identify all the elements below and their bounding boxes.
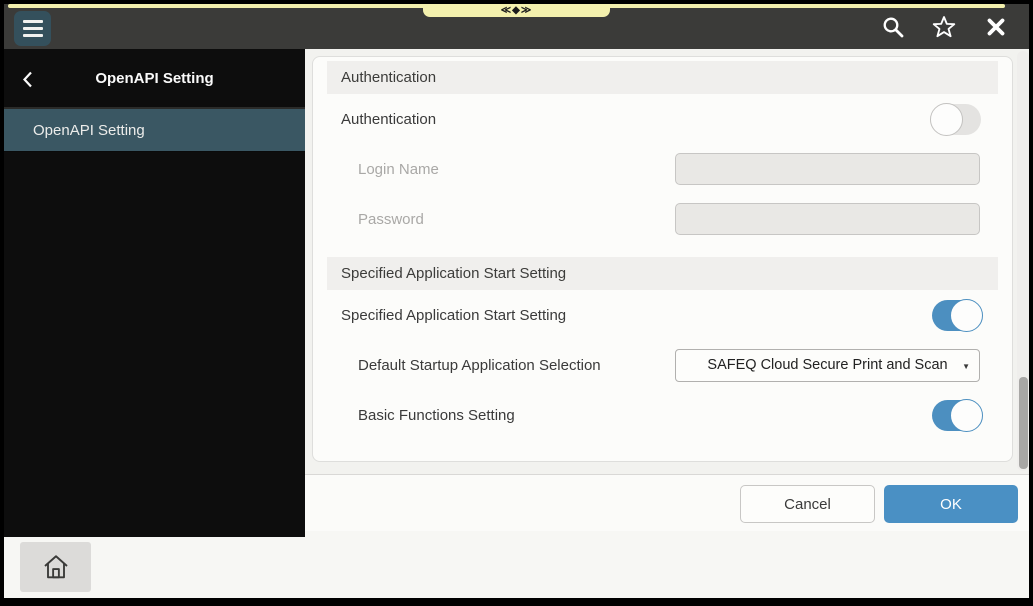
row-specified-app-start: Specified Application Start Setting (327, 290, 998, 340)
specified-app-start-toggle[interactable] (932, 300, 981, 331)
row-authentication: Authentication (327, 94, 998, 144)
footer-bar: Cancel OK (305, 474, 1029, 531)
row-basic-functions: Basic Functions Setting (327, 390, 998, 440)
main-content-region: Authentication Authentication Login Name… (305, 49, 1029, 531)
section-header-label: Authentication (341, 69, 436, 86)
star-icon (931, 14, 957, 40)
sidebar-header: OpenAPI Setting (4, 49, 305, 109)
basic-functions-toggle[interactable] (932, 400, 981, 431)
basic-functions-label: Basic Functions Setting (341, 407, 515, 424)
row-password: Password (327, 194, 998, 244)
toggle-knob (950, 399, 983, 432)
section-header-authentication: Authentication (327, 61, 998, 94)
authentication-label: Authentication (341, 111, 436, 128)
ok-button-label: OK (940, 496, 962, 513)
search-icon (881, 15, 905, 39)
home-icon (41, 552, 71, 582)
drag-handle-glyphs: ≪◆≫ (501, 5, 533, 16)
ok-button[interactable]: OK (884, 485, 1018, 523)
cancel-button[interactable]: Cancel (740, 485, 875, 523)
chevron-down-icon: ▼ (962, 362, 970, 371)
default-startup-app-select[interactable]: SAFEQ Cloud Secure Print and Scan ▼ (675, 349, 980, 382)
section-header-label: Specified Application Start Setting (341, 265, 566, 282)
sidebar-item-openapi-setting[interactable]: OpenAPI Setting (4, 109, 305, 152)
bottom-bar (4, 531, 1029, 598)
row-login-name: Login Name (327, 144, 998, 194)
password-label: Password (341, 211, 424, 228)
back-button[interactable] (22, 71, 36, 87)
chevron-left-icon (22, 71, 33, 88)
sidebar: OpenAPI Setting OpenAPI Setting (4, 49, 305, 537)
close-button[interactable] (983, 14, 1009, 40)
section-header-specified-app-start: Specified Application Start Setting (327, 257, 998, 290)
home-button[interactable] (20, 542, 91, 592)
toggle-knob (930, 103, 963, 136)
row-default-startup-app: Default Startup Application Selection SA… (327, 340, 998, 390)
close-icon (984, 15, 1008, 39)
sidebar-item-label: OpenAPI Setting (33, 122, 145, 139)
password-input (675, 203, 980, 235)
login-name-label: Login Name (341, 161, 439, 178)
specified-app-start-label: Specified Application Start Setting (341, 307, 566, 324)
toggle-knob (950, 299, 983, 332)
default-startup-app-label: Default Startup Application Selection (341, 357, 601, 374)
settings-card: Authentication Authentication Login Name… (312, 56, 1013, 462)
authentication-toggle[interactable] (932, 104, 981, 135)
scrollbar-thumb[interactable] (1019, 377, 1028, 469)
dropdown-value: SAFEQ Cloud Secure Print and Scan (707, 357, 947, 373)
cancel-button-label: Cancel (784, 496, 831, 513)
menu-button[interactable] (14, 11, 51, 46)
scrollbar-track[interactable] (1017, 51, 1029, 471)
search-button[interactable] (880, 14, 906, 40)
login-name-input (675, 153, 980, 185)
sidebar-title: OpenAPI Setting (4, 49, 305, 109)
status-drag-handle[interactable]: ≪◆≫ (423, 4, 610, 17)
favorite-button[interactable] (931, 14, 957, 40)
